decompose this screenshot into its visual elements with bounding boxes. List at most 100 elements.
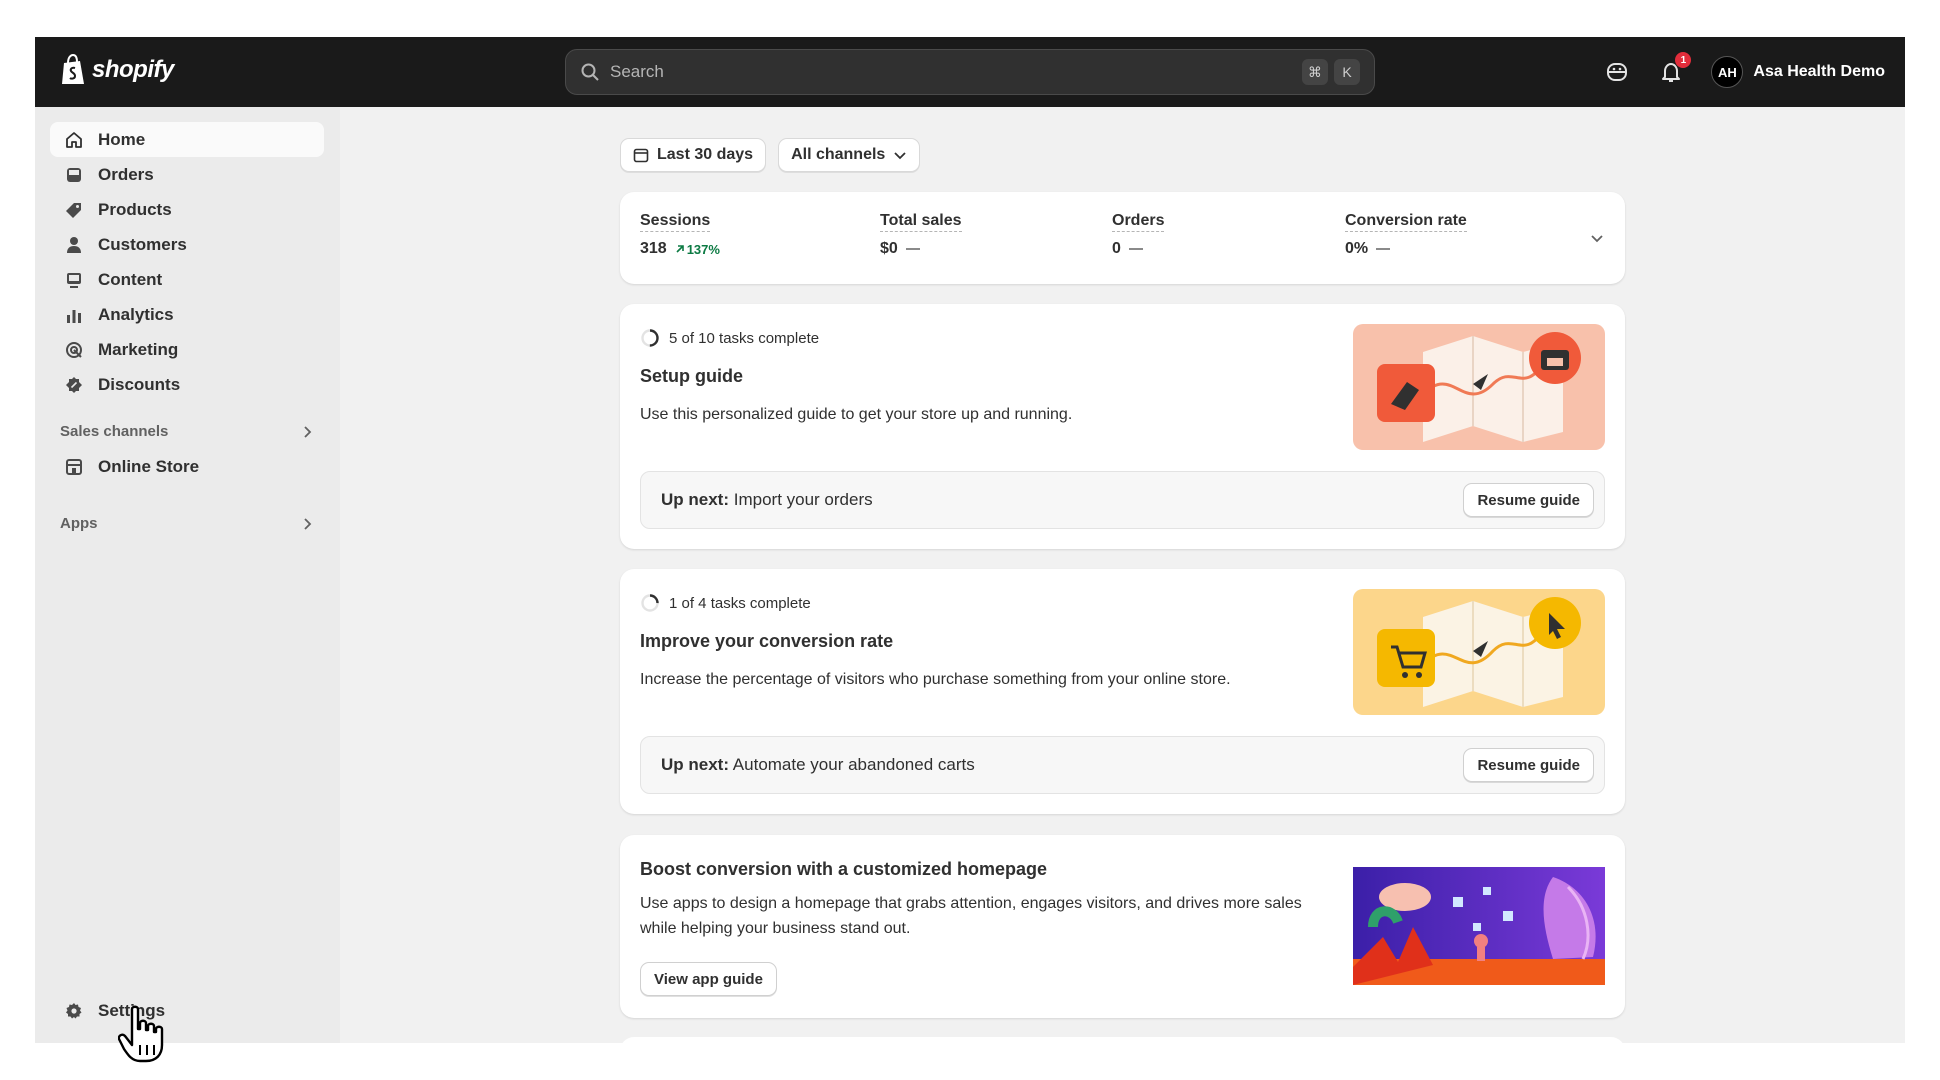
shortcut-cmd-key: ⌘ [1302, 59, 1328, 85]
metric-value: 0% [1345, 240, 1369, 257]
card-description: Use apps to design a homepage that grabs… [640, 895, 1302, 937]
setup-guide-card: 5 of 10 tasks complete Setup guide Use t… [620, 304, 1625, 549]
sales-channels-label: Sales channels [60, 423, 169, 440]
up-next-label: Up next: [661, 490, 729, 509]
notifications-button[interactable]: 1 [1657, 52, 1692, 86]
sidebar-item-online-store[interactable]: Online Store [50, 449, 324, 484]
card-title: Boost conversion with a customized homep… [640, 859, 1048, 879]
shopping-bag-icon [62, 54, 84, 84]
metric-value: 318 [640, 240, 667, 257]
person-icon [64, 235, 84, 255]
sidebar-item-label: Marketing [98, 339, 179, 359]
setup-guide-illustration [1353, 324, 1605, 450]
top-bar: shopify ⌘ K [35, 37, 1905, 107]
filter-bar: Last 30 days All channels [620, 138, 921, 172]
store-avatar: AH [1711, 56, 1744, 88]
resume-setup-guide-button[interactable]: Resume guide [1463, 483, 1594, 517]
apps-label: Apps [60, 515, 98, 532]
target-icon [64, 340, 84, 360]
channels-label: All channels [791, 146, 886, 163]
homepage-promo-image [1353, 867, 1605, 985]
metric-sessions[interactable]: Sessions 318 137% [640, 212, 720, 258]
store-name: Asa Health Demo [1753, 63, 1885, 80]
search-input[interactable] [610, 62, 1296, 82]
no-change-dash [1376, 248, 1391, 250]
resume-conversion-guide-button[interactable]: Resume guide [1463, 748, 1594, 782]
home-icon [64, 130, 84, 150]
sidebar-item-customers[interactable]: Customers [50, 227, 324, 262]
image-icon [64, 270, 84, 290]
chevron-down-icon[interactable] [1589, 230, 1605, 246]
up-next-task: Import your orders [733, 490, 873, 509]
up-next-text: Up next: Automate your abandoned carts [661, 755, 975, 775]
up-next-bar: Up next: Automate your abandoned carts R… [640, 736, 1605, 794]
date-range-button[interactable]: Last 30 days [620, 138, 767, 172]
chevron-down-icon [894, 152, 906, 160]
arrow-up-right-icon [676, 245, 684, 253]
task-progress: 1 of 4 tasks complete [640, 593, 811, 613]
metric-label: Orders [1112, 212, 1165, 232]
metrics-card[interactable]: Sessions 318 137% Total sales $0 Orders … [620, 192, 1625, 284]
main-content: Last 30 days All channels Sessions 318 1… [340, 107, 1905, 1043]
up-next-task: Automate your abandoned carts [732, 755, 975, 774]
sidebar-item-products[interactable]: Products [50, 192, 324, 227]
sidebar-settings: Settings [50, 993, 324, 1028]
task-progress-text: 1 of 4 tasks complete [669, 594, 811, 612]
bar-chart-icon [64, 305, 84, 325]
sidekick-icon [1607, 63, 1628, 81]
sidebar-item-discounts[interactable]: Discounts [50, 367, 324, 402]
view-app-guide-button[interactable]: View app guide [640, 962, 777, 996]
channels-dropdown[interactable]: All channels [778, 138, 921, 172]
metric-delta-value: 137% [686, 241, 720, 257]
shopify-logo[interactable]: shopify [60, 54, 174, 86]
up-next-text: Up next: Import your orders [661, 490, 873, 510]
sidebar-item-home[interactable]: Home [50, 122, 324, 157]
sidebar-item-label: Online Store [98, 456, 200, 476]
store-menu[interactable]: AH Asa Health Demo [1711, 56, 1885, 88]
sidebar-item-label: Analytics [98, 304, 174, 324]
sidebar-item-label: Discounts [98, 374, 181, 394]
sidebar-nav: Home Orders Products Customers Content A… [50, 122, 324, 541]
card-description: Increase the percentage of visitors who … [640, 671, 1231, 688]
progress-ring-icon [641, 329, 659, 347]
search-bar[interactable]: ⌘ K [565, 49, 1375, 95]
up-next-label: Up next: [661, 755, 729, 774]
tag-icon [64, 200, 84, 220]
top-right-actions: 1 AH Asa Health Demo [1603, 37, 1885, 107]
app-window: shopify ⌘ K [35, 37, 1905, 1043]
metric-label: Conversion rate [1345, 212, 1467, 232]
sidebar-item-label: Products [98, 199, 172, 219]
progress-ring-icon [641, 594, 659, 612]
card-title: Setup guide [640, 366, 743, 386]
sidebar-item-label: Content [98, 269, 163, 289]
brand-name: shopify [92, 56, 174, 83]
metric-orders[interactable]: Orders 0 [1112, 212, 1165, 258]
sidebar-item-settings[interactable]: Settings [50, 993, 324, 1028]
sidebar-item-label: Home [98, 129, 146, 149]
inbox-icon [64, 165, 84, 185]
sidebar-item-orders[interactable]: Orders [50, 157, 324, 192]
chevron-right-icon [304, 517, 312, 530]
no-change-dash [1128, 248, 1143, 250]
sidebar-item-label: Customers [98, 234, 187, 254]
sidebar-item-label: Orders [98, 164, 154, 184]
sidebar-item-content[interactable]: Content [50, 262, 324, 297]
notification-badge: 1 [1675, 52, 1692, 68]
metric-total-sales[interactable]: Total sales $0 [880, 212, 962, 258]
sales-channels-header[interactable]: Sales channels [50, 414, 324, 449]
apps-header[interactable]: Apps [50, 506, 324, 541]
conversion-guide-illustration [1353, 589, 1605, 715]
sidebar: Home Orders Products Customers Content A… [35, 107, 340, 1043]
sidebar-item-analytics[interactable]: Analytics [50, 297, 324, 332]
sidekick-button[interactable] [1603, 58, 1631, 86]
sidebar-item-marketing[interactable]: Marketing [50, 332, 324, 367]
discount-icon [64, 375, 84, 395]
store-icon [64, 457, 84, 477]
task-progress-text: 5 of 10 tasks complete [669, 329, 820, 347]
next-card-peek [620, 1037, 1625, 1043]
metric-label: Sessions [640, 212, 711, 232]
metric-value: 0 [1112, 240, 1121, 257]
search-icon [581, 63, 599, 81]
conversion-guide-card: 1 of 4 tasks complete Improve your conve… [620, 569, 1625, 814]
metric-conversion-rate[interactable]: Conversion rate 0% [1345, 212, 1467, 258]
